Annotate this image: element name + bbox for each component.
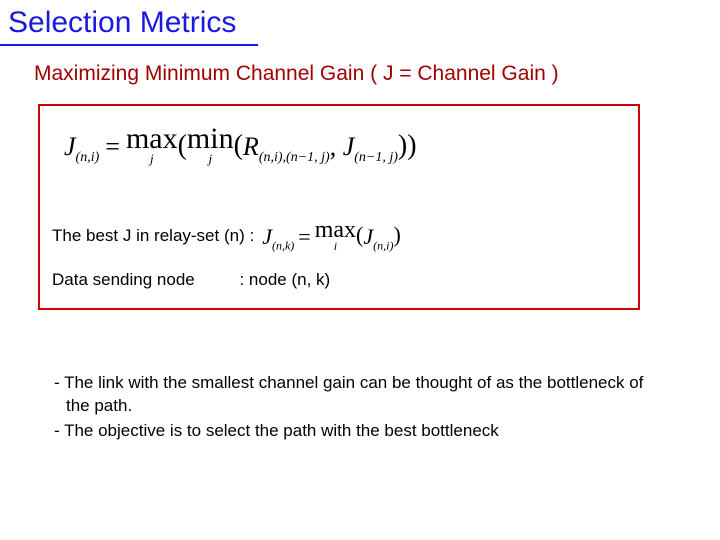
f2-max: max i xyxy=(315,218,356,252)
f1-rp: ) xyxy=(407,124,416,162)
best-j-line: The best J in relay-set (n) : J(n,k) = m… xyxy=(52,218,401,253)
f1-R: R xyxy=(243,132,259,161)
f2-J: J xyxy=(262,224,272,249)
best-j-label: The best J in relay-set (n) : xyxy=(52,226,254,246)
data-sending-line: Data sending node : node (n, k) xyxy=(52,270,330,290)
title-underline xyxy=(0,44,258,46)
f1-J2-sub: (n−1, j) xyxy=(354,150,398,165)
bullet-list: - The link with the smallest channel gai… xyxy=(54,372,654,445)
f2-lp: ( xyxy=(356,218,363,248)
subtitle: Maximizing Minimum Channel Gain ( J = Ch… xyxy=(34,62,559,86)
f1-R-sub: (n,i),(n−1, j) xyxy=(259,150,330,165)
formula-best-j: J(n,k) = max i ( J(n,i) ) xyxy=(262,218,401,253)
f1-max: max j xyxy=(126,124,178,165)
f2-max-sub: i xyxy=(334,240,337,252)
bullet-1: - The link with the smallest channel gai… xyxy=(54,372,654,418)
data-sending-label: Data sending node xyxy=(52,270,195,289)
f1-min-op: min xyxy=(187,124,234,154)
f1-max-sub: j xyxy=(150,152,154,165)
f1-min-sub: j xyxy=(208,152,212,165)
f1-J-sub: (n,i) xyxy=(76,150,100,165)
f1-J: J xyxy=(64,132,76,161)
f2-eq: = xyxy=(294,218,314,250)
bullet-2: - The objective is to select the path wi… xyxy=(54,420,654,443)
f1-comma: , xyxy=(330,132,343,161)
f2-Jarg-sub: (n,i) xyxy=(373,238,393,252)
f1-rp2: ) xyxy=(398,124,407,162)
f1-J2: J xyxy=(343,132,355,161)
f1-min: min j xyxy=(187,124,234,165)
f1-eq: = xyxy=(99,124,126,162)
f2-J-sub: (n,k) xyxy=(272,238,294,252)
f1-lp2: ( xyxy=(234,124,243,162)
data-sending-value: : node (n, k) xyxy=(239,270,330,290)
f1-max-op: max xyxy=(126,124,178,154)
slide: Selection Metrics Maximizing Minimum Cha… xyxy=(0,0,720,540)
f2-rp: ) xyxy=(393,218,400,248)
f2-Jarg: J xyxy=(363,224,373,249)
page-title: Selection Metrics xyxy=(8,6,236,40)
f1-lp: ( xyxy=(178,124,187,162)
formula-main: J(n,i) = max j ( min j ( R(n,i),(n−1, j)… xyxy=(64,124,417,188)
